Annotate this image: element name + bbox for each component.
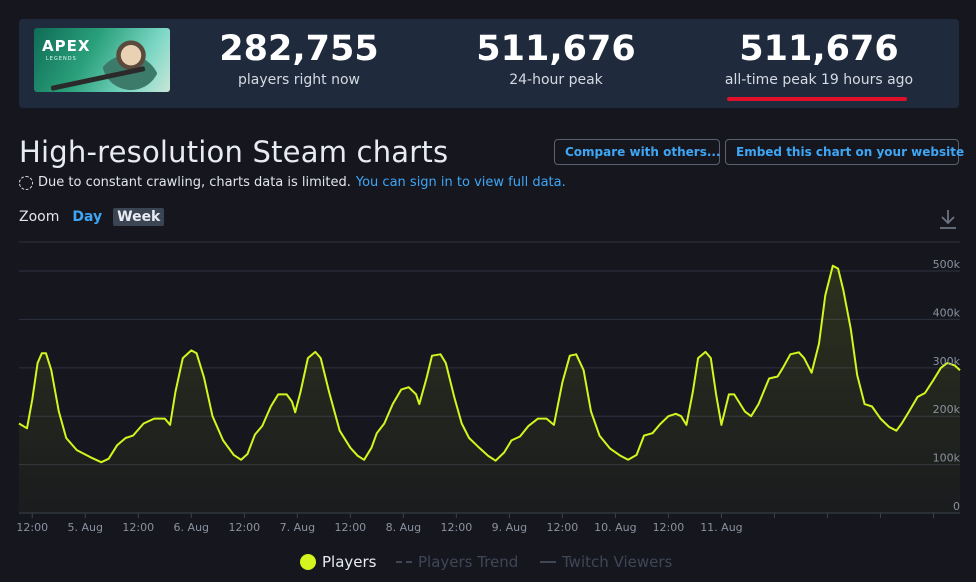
y-tick-label: 0 [953,500,960,513]
stat-label: players right now [238,72,360,88]
y-tick-label: 400k [933,306,961,319]
zoom-week-button[interactable]: Week [113,208,165,226]
embed-chart-button[interactable]: Embed this chart on your website [725,139,964,165]
solid-line-icon [540,561,556,563]
x-tick-label: 12:00 [441,521,473,534]
download-icon[interactable] [938,208,958,230]
game-logo[interactable]: APEX LEGENDS [34,28,170,92]
stat-value: 511,676 [739,29,899,69]
x-tick-label: 9. Aug [492,521,527,534]
x-tick-label: 7. Aug [280,521,315,534]
logo-subtext: LEGENDS [46,56,77,62]
loading-icon [19,175,33,190]
page-title: High-resolution Steam charts [19,135,449,169]
legend-players-trend[interactable]: Players Trend [396,553,518,571]
stat-all-time-peak: 511,676 all-time peak 19 hours ago [722,27,916,89]
zoom-day-button[interactable]: Day [72,209,102,225]
legend-players[interactable]: Players [300,553,377,571]
compare-button[interactable]: Compare with others... [554,139,721,165]
legend-trend-label: Players Trend [418,553,519,571]
zoom-controls: Zoom Day Week [19,208,165,226]
x-tick-label: 12:00 [334,521,366,534]
legend-twitch-viewers[interactable]: Twitch Viewers [540,553,672,571]
y-tick-label: 300k [933,355,961,368]
x-tick-label: 6. Aug [174,521,209,534]
sign-in-link[interactable]: You can sign in to view full data. [356,175,566,190]
legend-players-label: Players [322,553,377,571]
stat-label: all-time peak 19 hours ago [724,72,914,88]
y-tick-label: 100k [933,452,961,465]
x-tick-label: 5. Aug [68,521,103,534]
logo-text: APEX [42,37,91,55]
x-tick-label: 12:00 [547,521,579,534]
x-tick-label: 12:00 [16,521,48,534]
legend-twitch-label: Twitch Viewers [562,553,673,571]
x-tick-label: 12:00 [122,521,154,534]
stat-current-players: 282,755 players right now [217,27,381,89]
x-tick-label: 8. Aug [386,521,421,534]
stat-value: 511,676 [476,29,636,69]
x-tick-label: 12:00 [228,521,260,534]
x-tick-label: 10. Aug [594,521,636,534]
x-tick-label: 11. Aug [700,521,742,534]
players-dot-icon [300,554,316,570]
zoom-label: Zoom [19,209,60,225]
notice-text: Due to constant crawling, charts data is… [38,175,351,190]
y-tick-label: 500k [933,258,961,271]
y-tick-label: 200k [933,403,961,416]
stat-value: 282,755 [219,29,379,69]
stat-label: 24-hour peak [509,72,603,88]
crawl-notice: Due to constant crawling, charts data is… [19,175,566,190]
stat-24h-peak: 511,676 24-hour peak [475,27,637,89]
chart-svg: 0 100k 200k 300k 400k 500k 12:00 5. Aug 12:00 6. … [16,241,961,534]
x-tick-label: 12:00 [653,521,685,534]
stats-bar: APEX LEGENDS 282,755 players right now 5… [19,19,959,108]
dashed-line-icon [396,561,412,563]
players-area [19,265,960,513]
character-art [102,32,160,90]
peak-highlight-underline [727,97,907,101]
players-chart[interactable]: 0 100k 200k 300k 400k 500k 12:00 5. Aug 12:00 6. … [0,238,976,538]
